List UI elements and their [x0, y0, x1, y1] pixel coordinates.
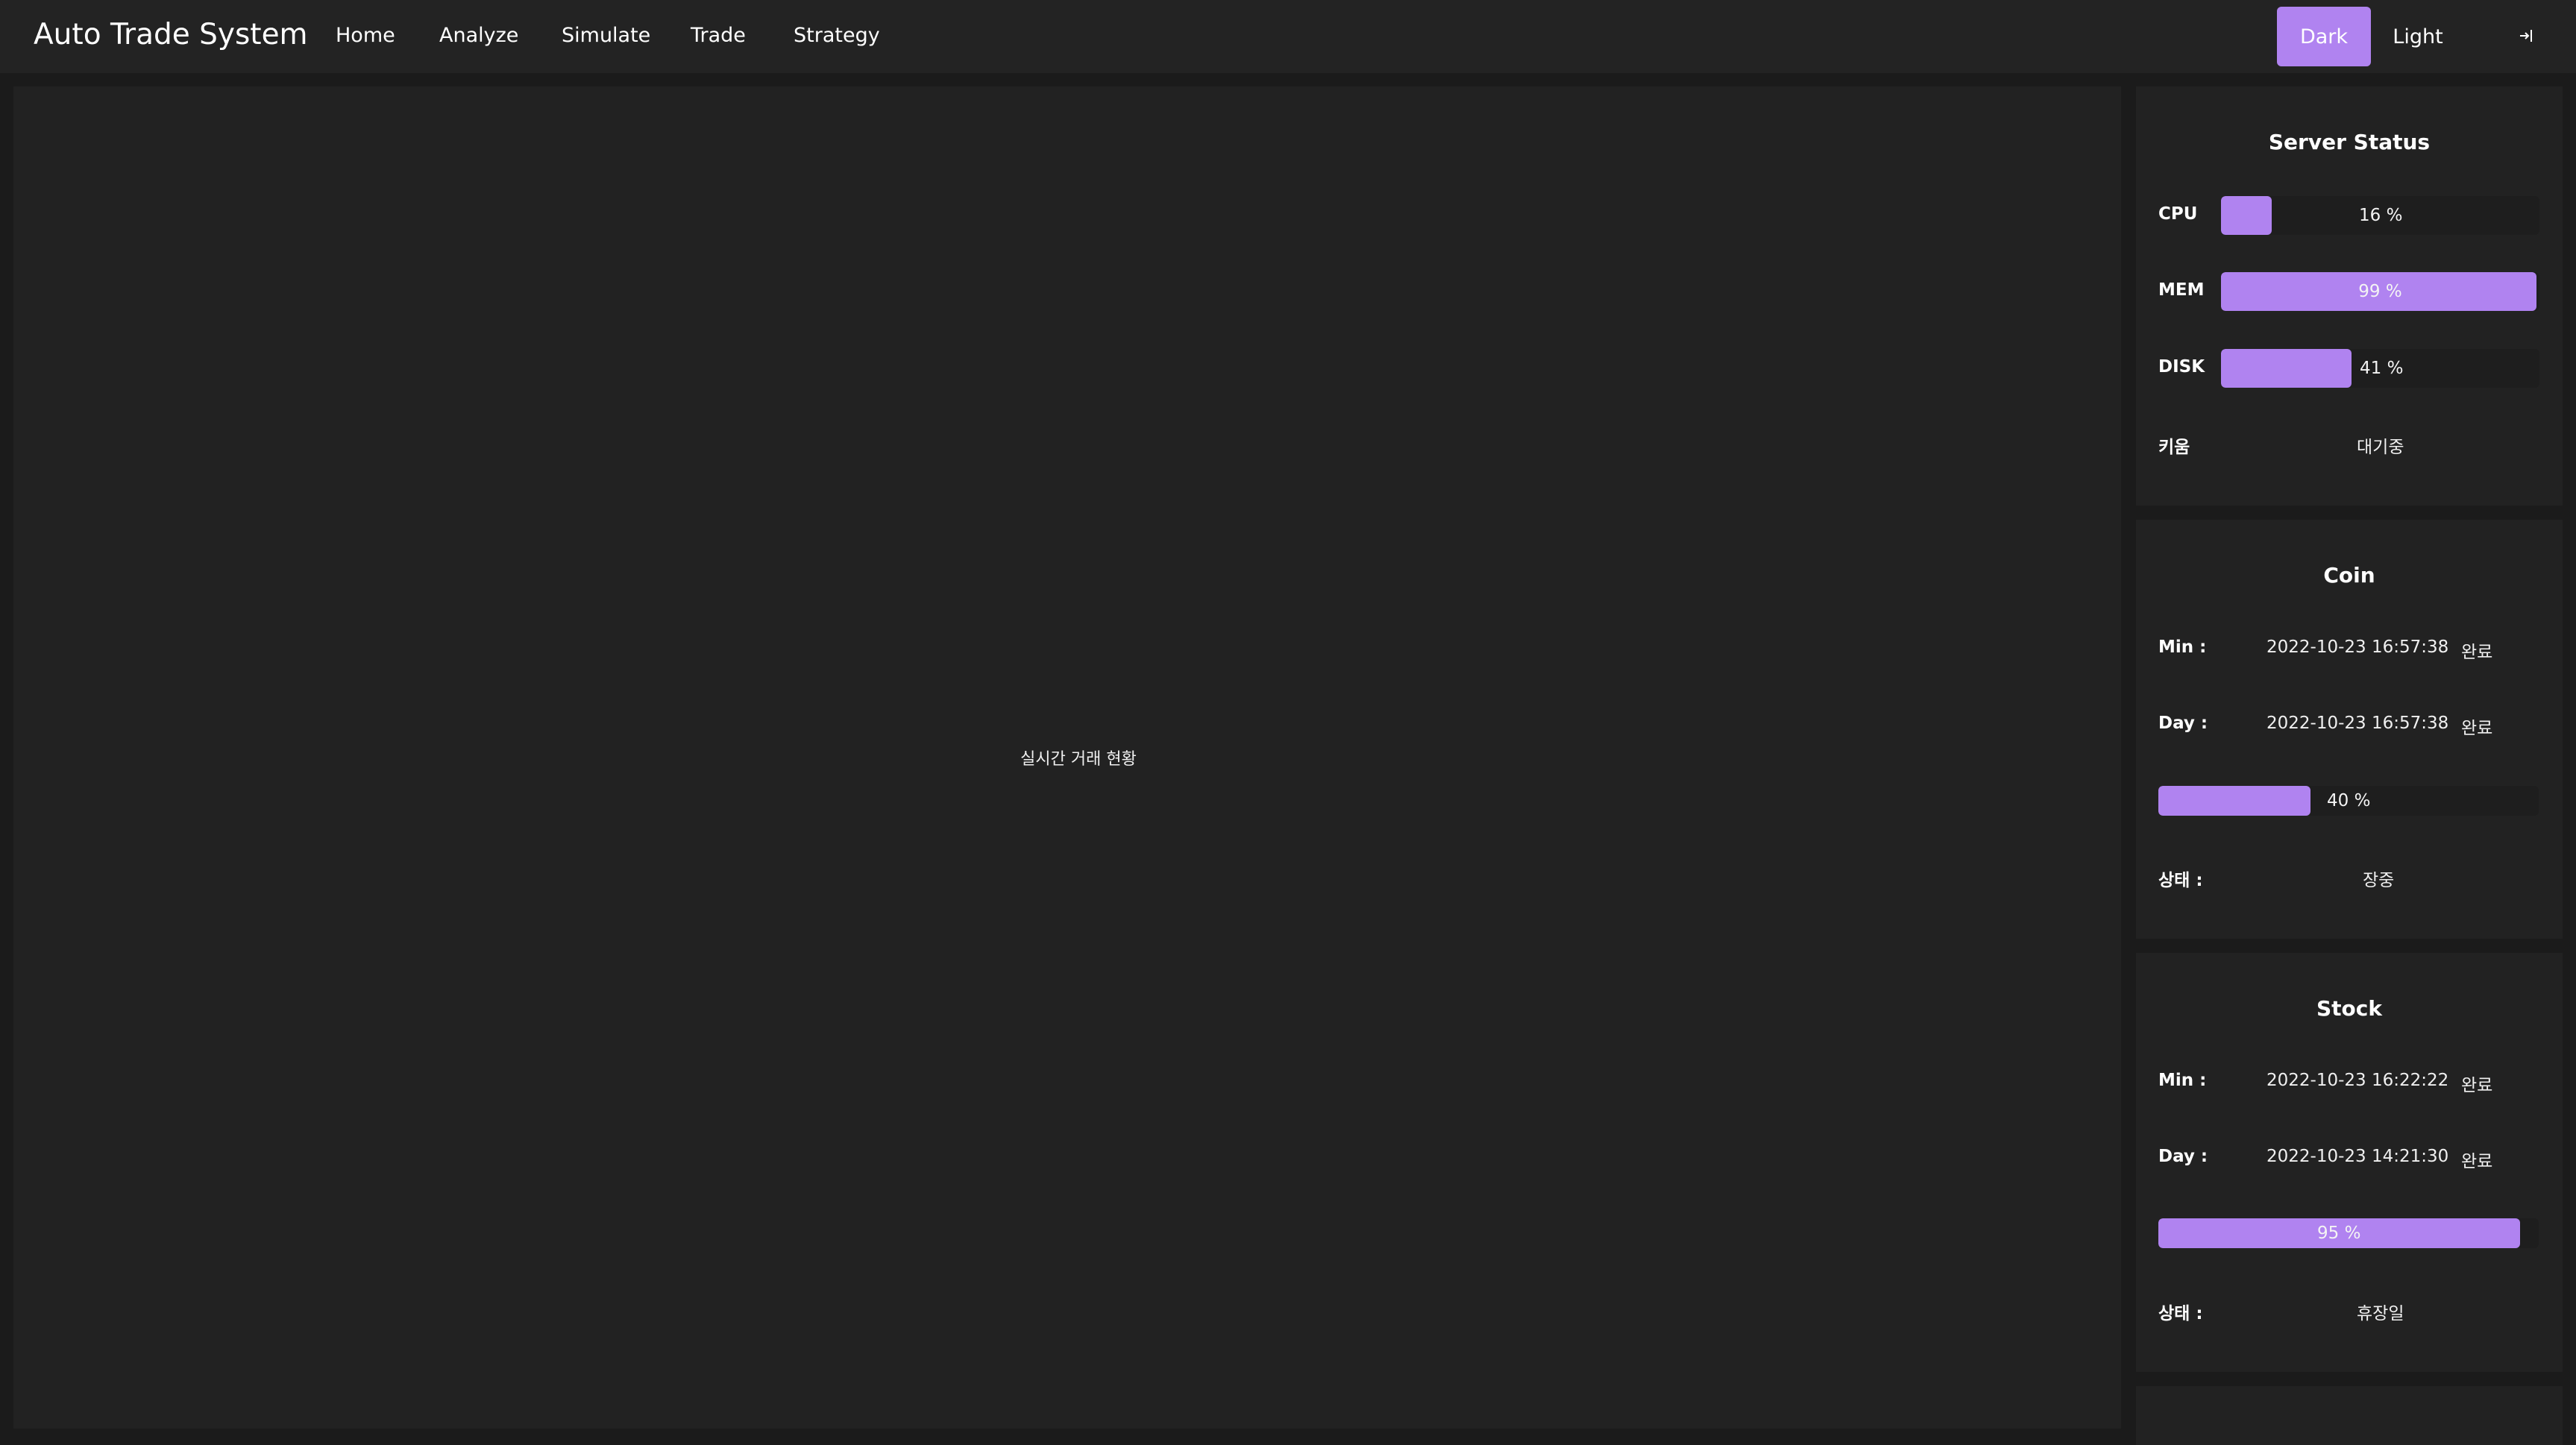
nav-home[interactable]: Home — [336, 24, 395, 47]
coin-state-value: 장중 — [2363, 871, 2395, 890]
logout-icon[interactable] — [2513, 22, 2540, 49]
stock-state-value: 휴장일 — [2357, 1304, 2404, 1323]
stock-day-time: 2022-10-23 14:21:30 — [2266, 1147, 2449, 1166]
server-status-card: Server Status CPU 16 % MEM 99 % DISK 41 … — [2136, 86, 2563, 506]
stock-min-label: Min : — [2158, 1071, 2207, 1090]
coin-title: Coin — [2323, 563, 2375, 588]
coin-card: Coin Min : 2022-10-23 16:57:38 완료 Day : … — [2136, 520, 2563, 939]
dark-theme-button[interactable]: Dark — [2277, 7, 2371, 66]
stock-min-status: 완료 — [2461, 1076, 2493, 1095]
stock-min-time: 2022-10-23 16:22:22 — [2266, 1071, 2449, 1090]
cpu-label: CPU — [2158, 204, 2198, 224]
cpu-progress-fill — [2221, 196, 2272, 235]
top-navbar: Auto Trade System Home Analyze Simulate … — [0, 0, 2576, 73]
coin-day-label: Day : — [2158, 714, 2208, 733]
stock-progress-bar: 95 % — [2158, 1218, 2539, 1248]
cpu-progress-text: 16 % — [2359, 206, 2403, 225]
stock-title: Stock — [2316, 996, 2382, 1021]
mem-label: MEM — [2158, 280, 2205, 300]
realtime-trade-placeholder: 실시간 거래 현황 — [1020, 750, 1137, 769]
disk-progress-text: 41 % — [2360, 359, 2404, 378]
stock-progress-text: 95 % — [2317, 1224, 2361, 1243]
coin-state-label: 상태 : — [2158, 871, 2203, 890]
brand-title[interactable]: Auto Trade System — [34, 18, 308, 51]
nav-analyze[interactable]: Analyze — [439, 24, 518, 47]
nav-simulate[interactable]: Simulate — [562, 24, 650, 47]
mem-progress-bar: 99 % — [2221, 272, 2539, 311]
coin-day-time: 2022-10-23 16:57:38 — [2266, 714, 2449, 733]
light-theme-button[interactable]: Light — [2376, 7, 2460, 66]
coin-progress-fill — [2158, 786, 2310, 816]
nav-trade[interactable]: Trade — [691, 24, 746, 47]
mem-progress-text: 99 % — [2358, 282, 2402, 301]
stock-card: Stock Min : 2022-10-23 16:22:22 완료 Day :… — [2136, 953, 2563, 1372]
coin-progress-text: 40 % — [2327, 791, 2371, 810]
coin-min-label: Min : — [2158, 638, 2207, 657]
cpu-progress-bar: 16 % — [2221, 196, 2539, 235]
disk-progress-fill — [2221, 349, 2352, 388]
stock-day-status: 완료 — [2461, 1152, 2493, 1171]
stock-day-label: Day : — [2158, 1147, 2208, 1166]
disk-label: DISK — [2158, 357, 2205, 377]
extra-card — [2136, 1386, 2563, 1445]
coin-progress-bar: 40 % — [2158, 786, 2539, 816]
server-status-title: Server Status — [2268, 130, 2431, 154]
coin-day-status: 완료 — [2461, 719, 2493, 738]
kiwoom-status: 대기중 — [2357, 438, 2404, 457]
kiwoom-label: 키움 — [2158, 438, 2190, 457]
disk-progress-bar: 41 % — [2221, 349, 2539, 388]
coin-min-time: 2022-10-23 16:57:38 — [2266, 638, 2449, 657]
realtime-trade-panel: 실시간 거래 현황 — [13, 86, 2121, 1429]
nav-strategy[interactable]: Strategy — [794, 24, 880, 47]
stock-state-label: 상태 : — [2158, 1304, 2203, 1323]
coin-min-status: 완료 — [2461, 643, 2493, 662]
